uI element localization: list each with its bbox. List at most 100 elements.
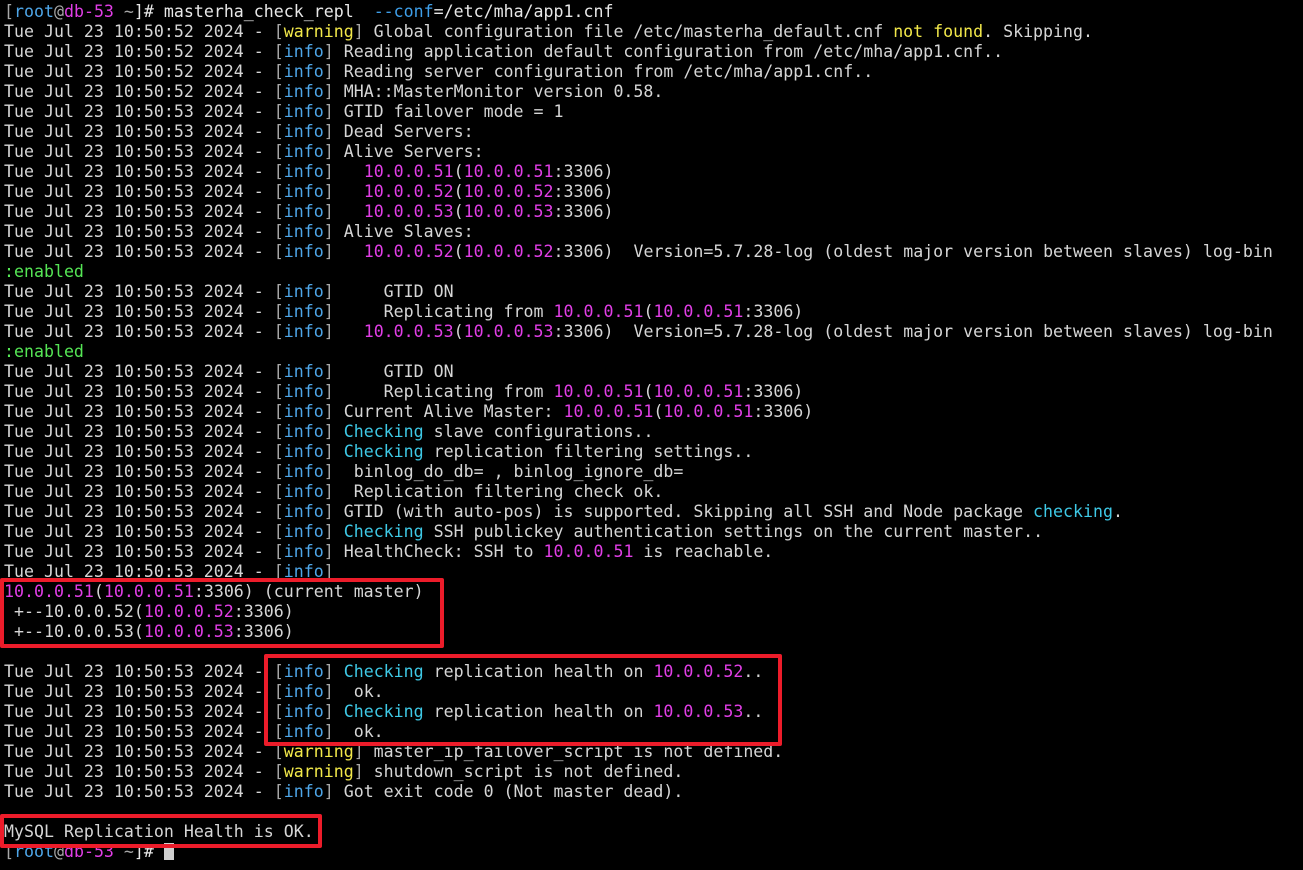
bracket: ]	[323, 382, 334, 401]
log-text: :3306)	[553, 162, 614, 181]
terminal-line: Tue Jul 23 10:50:53 2024 - [info] 10.0.0…	[4, 182, 1303, 202]
log-level-info: info	[283, 422, 324, 441]
terminal-line: Tue Jul 23 10:50:53 2024 - [info] Checki…	[4, 422, 1303, 442]
log-text: Tue Jul 23 10:50:53 2024 -	[4, 242, 274, 261]
bracket: [	[273, 442, 284, 461]
terminal-line: Tue Jul 23 10:50:53 2024 - [info] Health…	[4, 542, 1303, 562]
terminal-line: Tue Jul 23 10:50:53 2024 - [info] Replic…	[4, 482, 1303, 502]
log-text: :3306)	[743, 302, 804, 321]
log-text: .	[1112, 502, 1123, 521]
log-text: Tue Jul 23 10:50:52 2024 -	[4, 82, 274, 101]
bracket: @	[53, 2, 64, 21]
terminal-line: [root@db-53 ~]# masterha_check_repl --co…	[4, 2, 1303, 22]
log-level-info: info	[283, 782, 324, 801]
bracket: ]	[323, 182, 334, 201]
log-level-warning: warning	[283, 22, 354, 41]
bracket: ]	[323, 282, 334, 301]
log-text: (	[453, 182, 464, 201]
terminal-line: Tue Jul 23 10:50:53 2024 - [info] Replic…	[4, 382, 1303, 402]
log-text: Tue Jul 23 10:50:53 2024 -	[4, 202, 274, 221]
bracket: [	[273, 42, 284, 61]
bracket: ]	[323, 782, 334, 801]
terminal-line: Tue Jul 23 10:50:53 2024 - [info] binlog…	[4, 462, 1303, 482]
ip-address: 10.0.0.52	[363, 242, 454, 261]
log-text: Tue Jul 23 10:50:53 2024 -	[4, 102, 274, 121]
terminal-line: Tue Jul 23 10:50:53 2024 - [info] 10.0.0…	[4, 242, 1303, 262]
log-text: Tue Jul 23 10:50:53 2024 -	[4, 402, 274, 421]
ip-address: 10.0.0.53	[463, 202, 554, 221]
bracket: ]	[353, 22, 364, 41]
log-text: Tue Jul 23 10:50:53 2024 -	[4, 742, 274, 761]
ip-address: 10.0.0.51	[663, 402, 754, 421]
log-text: :3306)	[553, 202, 614, 221]
log-text: Reading server configuration from /etc/m…	[333, 62, 874, 81]
log-level-info: info	[283, 202, 324, 221]
bracket: [	[273, 422, 284, 441]
bracket: ]	[323, 162, 334, 181]
bracket: [	[273, 202, 284, 221]
highlight-replication-health-checks	[264, 654, 782, 746]
log-text: Alive Slaves:	[333, 222, 474, 241]
ip-address: 10.0.0.51	[563, 402, 654, 421]
bracket: [	[273, 542, 284, 561]
bracket: [	[273, 22, 284, 41]
log-text: Tue Jul 23 10:50:53 2024 -	[4, 162, 274, 181]
log-text: Tue Jul 23 10:50:53 2024 -	[4, 662, 274, 681]
log-text: replication filtering settings..	[423, 442, 754, 461]
terminal-line: Tue Jul 23 10:50:53 2024 - [info] Curren…	[4, 402, 1303, 422]
bracket: ]	[323, 82, 334, 101]
highlight-health-ok-message	[0, 814, 322, 848]
bracket: [	[273, 242, 284, 261]
ip-address: 10.0.0.51	[543, 542, 634, 561]
bracket: ]	[323, 102, 334, 121]
terminal-line: Tue Jul 23 10:50:53 2024 - [info] Checki…	[4, 522, 1303, 542]
terminal-line: :enabled	[4, 262, 1303, 282]
log-text: Current Alive Master:	[333, 402, 564, 421]
log-text: Tue Jul 23 10:50:53 2024 -	[4, 482, 274, 501]
log-text: Replicating from	[333, 382, 554, 401]
log-text: Tue Jul 23 10:50:53 2024 -	[4, 542, 274, 561]
log-level-info: info	[283, 282, 324, 301]
log-text: Got exit code 0 (Not master dead).	[333, 782, 684, 801]
ip-address: 10.0.0.51	[463, 162, 554, 181]
log-text: shutdown_script is not defined.	[363, 762, 684, 781]
terminal-line: Tue Jul 23 10:50:53 2024 - [info] 10.0.0…	[4, 162, 1303, 182]
bracket: ]	[323, 42, 334, 61]
log-text: Tue Jul 23 10:50:53 2024 -	[4, 782, 274, 801]
prompt-user: root	[14, 2, 54, 21]
log-text: GTID ON	[333, 282, 454, 301]
bracket: ]	[323, 482, 334, 501]
log-level-info: info	[283, 82, 324, 101]
not-found-text: not found	[893, 22, 984, 41]
log-level-info: info	[283, 542, 324, 561]
log-level-info: info	[283, 42, 324, 61]
ip-address: 10.0.0.53	[363, 202, 454, 221]
ip-address: 10.0.0.51	[653, 302, 744, 321]
log-level-info: info	[283, 142, 324, 161]
log-text: :3306) Version=5.7.28-log (oldest major …	[553, 322, 1273, 341]
bracket: ]	[323, 522, 334, 541]
bracket: [	[273, 402, 284, 421]
terminal-line: Tue Jul 23 10:50:53 2024 - [info] Checki…	[4, 442, 1303, 462]
bracket: [	[273, 382, 284, 401]
bracket: ]	[323, 202, 334, 221]
log-level-info: info	[283, 402, 324, 421]
terminal-line: Tue Jul 23 10:50:53 2024 - [info] GTID f…	[4, 102, 1303, 122]
bracket: [	[273, 302, 284, 321]
log-text: Tue Jul 23 10:50:53 2024 -	[4, 462, 274, 481]
log-text: Tue Jul 23 10:50:53 2024 -	[4, 702, 274, 721]
log-level-info: info	[283, 362, 324, 381]
log-level-info: info	[283, 482, 324, 501]
enabled-text: :enabled	[4, 262, 84, 281]
bracket: [	[273, 102, 284, 121]
terminal-line: Tue Jul 23 10:50:53 2024 - [info] 10.0.0…	[4, 202, 1303, 222]
log-text: Tue Jul 23 10:50:53 2024 -	[4, 722, 274, 741]
log-text: Replicating from	[333, 302, 554, 321]
bracket: ]	[323, 302, 334, 321]
terminal-line: Tue Jul 23 10:50:52 2024 - [info] Readin…	[4, 62, 1303, 82]
log-text: (	[643, 382, 654, 401]
bracket: [	[4, 2, 14, 21]
log-text: (	[453, 322, 464, 341]
log-text: Tue Jul 23 10:50:52 2024 -	[4, 22, 274, 41]
